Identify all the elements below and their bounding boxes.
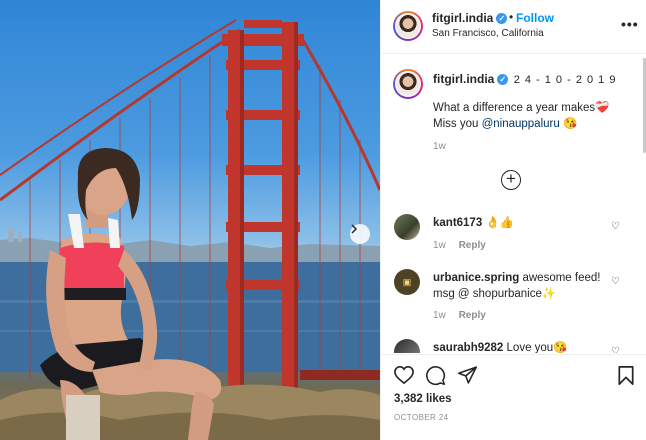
- more-options-icon[interactable]: •••: [621, 16, 639, 32]
- next-photo-button[interactable]: [350, 224, 370, 244]
- post-date[interactable]: OCTOBER 24: [394, 413, 449, 422]
- load-more-comments-button[interactable]: +: [501, 170, 521, 190]
- follow-button[interactable]: Follow: [516, 11, 554, 25]
- comment-username[interactable]: urbanice.spring: [433, 272, 519, 284]
- post-photo[interactable]: [0, 0, 380, 440]
- comments-list[interactable]: fitgirl.india ✓ 2 4 - 1 0 - 2 0 1 9 What …: [381, 55, 646, 353]
- likes-count[interactable]: 3,382 likes: [394, 393, 452, 405]
- comment-text: 👌👍: [485, 217, 515, 229]
- caption-emoji-1: ❤️‍🩹: [595, 102, 610, 114]
- comment-like-heart-icon[interactable]: ♡: [611, 346, 620, 353]
- caption-avatar[interactable]: [393, 69, 423, 99]
- caption-line-1: What a difference a year makes❤️‍🩹: [433, 100, 609, 114]
- comment-like-heart-icon[interactable]: ♡: [611, 276, 620, 287]
- caption-timestamp[interactable]: 1w: [433, 141, 446, 152]
- caption-line-2: Miss you @ninauppaluru 😘: [433, 116, 577, 130]
- verified-badge-icon: ✓: [497, 74, 509, 85]
- verified-badge-icon: ✓: [496, 13, 508, 24]
- comment-meta: 1w Reply: [433, 240, 496, 251]
- post-sidebar: fitgirl.india ✓ • Follow San Francisco, C…: [380, 0, 646, 440]
- comment-meta: 1w Reply: [433, 310, 496, 321]
- author-username-text: fitgirl.india: [432, 11, 494, 25]
- comment-like-heart-icon[interactable]: ♡: [611, 221, 620, 232]
- comment-username[interactable]: kant6173: [433, 217, 482, 229]
- comment-body: saurabh9282 Love you😘: [433, 340, 568, 353]
- chevron-right-icon: [351, 224, 358, 234]
- reply-button[interactable]: Reply: [459, 310, 486, 321]
- comment-text: awesome feed!: [522, 272, 601, 284]
- comment-text: Love you😘: [506, 342, 568, 353]
- post-header: fitgirl.india ✓ • Follow San Francisco, C…: [381, 0, 646, 54]
- caption-text-2: Miss you: [433, 118, 479, 130]
- comment-icon[interactable]: [425, 365, 446, 386]
- caption-text-1: What a difference a year makes: [433, 102, 596, 114]
- author-avatar[interactable]: [393, 11, 423, 41]
- commenter-avatar[interactable]: [394, 339, 420, 353]
- caption-date-tag: 2 4 - 1 0 - 2 0 1 9: [513, 74, 617, 86]
- author-username[interactable]: fitgirl.india ✓: [432, 11, 508, 25]
- comment-body: urbanice.spring awesome feed! msg @ shop…: [433, 270, 600, 302]
- caption-username[interactable]: fitgirl.india: [433, 72, 494, 86]
- bookmark-icon[interactable]: [617, 365, 635, 386]
- comment-text-continued: msg @ shopurbanice✨: [433, 288, 557, 300]
- commenter-avatar[interactable]: ▣: [394, 269, 420, 295]
- photo-scene: [0, 19, 380, 440]
- heart-icon[interactable]: [393, 365, 415, 385]
- post-actions: 3,382 likes OCTOBER 24: [381, 354, 646, 440]
- location-link[interactable]: San Francisco, California: [432, 28, 544, 39]
- share-icon[interactable]: [457, 365, 478, 385]
- reply-button[interactable]: Reply: [459, 240, 486, 251]
- caption-mention[interactable]: @ninauppaluru: [482, 118, 560, 130]
- commenter-avatar[interactable]: [394, 214, 420, 240]
- comment-time[interactable]: 1w: [433, 240, 446, 251]
- caption-header: fitgirl.india ✓ 2 4 - 1 0 - 2 0 1 9: [433, 72, 616, 86]
- caption-emoji-2: 😘: [562, 118, 578, 130]
- comment-username[interactable]: saurabh9282: [433, 342, 503, 353]
- comment-time[interactable]: 1w: [433, 310, 446, 321]
- header-separator: •: [509, 10, 514, 24]
- comment-body: kant6173 👌👍: [433, 215, 514, 229]
